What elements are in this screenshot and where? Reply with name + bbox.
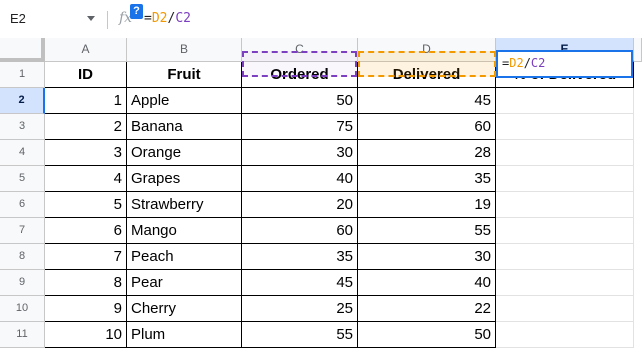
cell-ordered[interactable]: 25 xyxy=(242,296,358,322)
cell-delivered[interactable]: 35 xyxy=(358,166,496,192)
formula-reference-c2 xyxy=(242,51,357,77)
formula-ref-d2: D2 xyxy=(151,11,168,26)
cell-fruit[interactable]: Grapes xyxy=(127,166,242,192)
row-header-7[interactable]: 7 xyxy=(0,218,45,244)
cell-ordered[interactable]: 55 xyxy=(242,322,358,348)
cell-percent-delivered[interactable] xyxy=(496,218,634,244)
cell-delivered[interactable]: 60 xyxy=(358,114,496,140)
cell-fruit[interactable]: Plum xyxy=(127,322,242,348)
cell-id[interactable]: 2 xyxy=(45,114,127,140)
row-header-3[interactable]: 3 xyxy=(0,114,45,140)
active-cell-editor[interactable]: =D2/C2 xyxy=(496,50,633,78)
cell-percent-delivered[interactable] xyxy=(496,270,634,296)
cell-ordered[interactable]: 60 xyxy=(242,218,358,244)
cell-fruit[interactable]: Mango xyxy=(127,218,242,244)
header-cell-b[interactable]: Fruit xyxy=(127,62,242,88)
cell-id[interactable]: 9 xyxy=(45,296,127,322)
row-header-11[interactable]: 11 xyxy=(0,322,45,348)
cell-fruit[interactable]: Pear xyxy=(127,270,242,296)
column-header-a[interactable]: A xyxy=(45,38,127,62)
cell-fruit[interactable]: Apple xyxy=(127,88,242,114)
name-box-dropdown-icon[interactable] xyxy=(87,16,95,21)
row-header-10[interactable]: 10 xyxy=(0,296,45,322)
formula-reference-d2 xyxy=(358,51,496,77)
cell-delivered[interactable]: 28 xyxy=(358,140,496,166)
cell-id[interactable]: 3 xyxy=(45,140,127,166)
cell-fruit[interactable]: Banana xyxy=(127,114,242,140)
cell-delivered[interactable]: 50 xyxy=(358,322,496,348)
row-header-1[interactable]: 1 xyxy=(0,62,45,88)
cell-fruit[interactable]: Strawberry xyxy=(127,192,242,218)
row-header-6[interactable]: 6 xyxy=(0,192,45,218)
cell-delivered[interactable]: 22 xyxy=(358,296,496,322)
cell-percent-delivered[interactable] xyxy=(496,140,634,166)
cell-ordered[interactable]: 50 xyxy=(242,88,358,114)
formula-bar-divider xyxy=(107,11,108,29)
column-header-b[interactable]: B xyxy=(127,38,242,62)
cell-ordered[interactable]: 35 xyxy=(242,244,358,270)
cell-delivered[interactable]: 19 xyxy=(358,192,496,218)
cell-id[interactable]: 5 xyxy=(45,192,127,218)
formula-bar: E2 fx ? =D2/C2 xyxy=(0,0,642,39)
cell-id[interactable]: 7 xyxy=(45,244,127,270)
cell-ordered[interactable]: 20 xyxy=(242,192,358,218)
cell-percent-delivered[interactable] xyxy=(496,192,634,218)
active-divide: / xyxy=(523,56,531,70)
cell-percent-delivered[interactable] xyxy=(496,166,634,192)
cell-id[interactable]: 6 xyxy=(45,218,127,244)
row-header-4[interactable]: 4 xyxy=(0,140,45,166)
cell-ordered[interactable]: 30 xyxy=(242,140,358,166)
cell-id[interactable]: 1 xyxy=(45,88,127,114)
row-header-2[interactable]: 2 xyxy=(0,88,45,114)
row-header-8[interactable]: 8 xyxy=(0,244,45,270)
formula-equals: = xyxy=(144,11,152,26)
cell-percent-delivered[interactable] xyxy=(496,296,634,322)
cell-fruit[interactable]: Cherry xyxy=(127,296,242,322)
select-all-corner[interactable] xyxy=(0,38,45,62)
cell-id[interactable]: 8 xyxy=(45,270,127,296)
row-header-5[interactable]: 5 xyxy=(0,166,45,192)
cell-delivered[interactable]: 55 xyxy=(358,218,496,244)
cell-id[interactable]: 10 xyxy=(45,322,127,348)
formula-help-icon[interactable]: ? xyxy=(130,4,143,19)
active-ref-d2: D2 xyxy=(509,56,524,70)
cell-percent-delivered[interactable] xyxy=(496,88,634,114)
formula-ref-c2: C2 xyxy=(175,11,191,26)
cell-delivered[interactable]: 45 xyxy=(358,88,496,114)
cell-delivered[interactable]: 40 xyxy=(358,270,496,296)
name-box[interactable]: E2 xyxy=(10,11,26,26)
cell-percent-delivered[interactable] xyxy=(496,322,634,348)
cell-percent-delivered[interactable] xyxy=(496,114,634,140)
cell-fruit[interactable]: Orange xyxy=(127,140,242,166)
column-header-f[interactable] xyxy=(634,38,642,62)
cell-ordered[interactable]: 75 xyxy=(242,114,358,140)
cell-delivered[interactable]: 30 xyxy=(358,244,496,270)
cell-fruit[interactable]: Peach xyxy=(127,244,242,270)
active-ref-c2: C2 xyxy=(530,56,546,70)
cell-percent-delivered[interactable] xyxy=(496,244,634,270)
row-header-9[interactable]: 9 xyxy=(0,270,45,296)
cell-ordered[interactable]: 45 xyxy=(242,270,358,296)
formula-input[interactable]: =D2/C2 xyxy=(144,11,191,26)
header-cell-a[interactable]: ID xyxy=(45,62,127,88)
cell-ordered[interactable]: 40 xyxy=(242,166,358,192)
cell-id[interactable]: 4 xyxy=(45,166,127,192)
